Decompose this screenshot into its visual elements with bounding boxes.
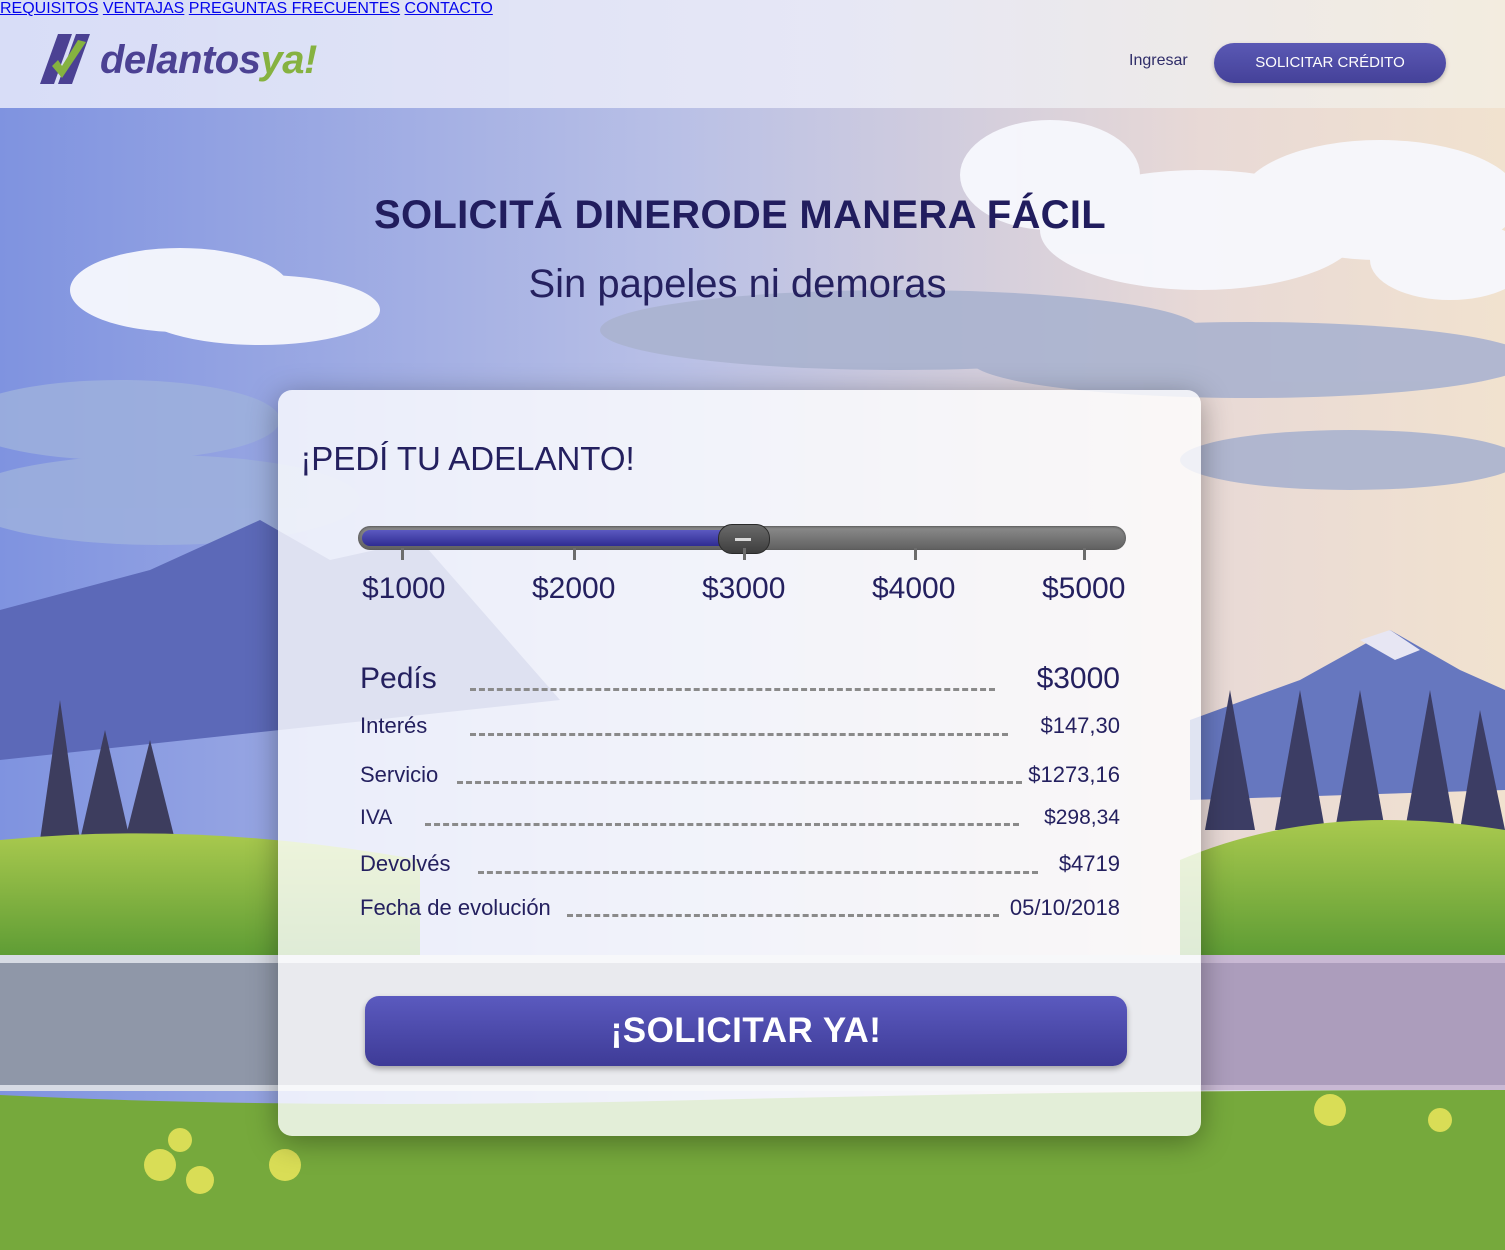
summary-leader — [425, 823, 1019, 826]
nav-item-contacto[interactable]: CONTACTO — [405, 0, 493, 17]
top-header: delantosya! REQUISITOS VENTAJAS PREGUNTA… — [0, 0, 1505, 108]
request-credit-button[interactable]: SOLICITAR CRÉDITO — [1214, 43, 1446, 83]
summary-label-devolves: Devolvés — [360, 851, 451, 876]
summary-label-fecha: Fecha de evolución — [360, 895, 551, 920]
summary-label-iva: IVA — [360, 806, 393, 829]
logo-mark-icon — [40, 34, 90, 84]
summary-value-servicio: $1273,16 — [1028, 762, 1120, 787]
brand-name-part1: delantos — [100, 38, 261, 82]
hero-subtitle: Sin papeles ni demoras — [528, 262, 947, 306]
slider-tick-label[interactable]: $2000 — [532, 572, 615, 606]
calculator-title: ¡PEDÍ TU ADELANTO! — [300, 440, 635, 477]
hero-title: SOLICITÁ DINERODE MANERA FÁCIL — [374, 193, 1106, 237]
slider-tick — [743, 548, 746, 560]
slider-tick — [1083, 548, 1086, 560]
summary-value-devolves: $4719 — [1058, 851, 1120, 876]
apply-now-button[interactable]: ¡SOLICITAR YA! — [365, 996, 1127, 1066]
slider-grip-icon — [735, 538, 751, 541]
summary-value-iva: $298,34 — [1044, 806, 1120, 829]
brand-logo[interactable]: delantosya! — [38, 30, 338, 92]
slider-tick — [401, 548, 404, 560]
summary-value-interes: $147,30 — [1040, 713, 1120, 738]
summary-value-fecha: 05/10/2018 — [1009, 895, 1120, 920]
summary-leader — [457, 781, 1022, 784]
main-nav: REQUISITOS VENTAJAS PREGUNTAS FRECUENTES… — [0, 0, 1505, 18]
slider-tick — [914, 548, 917, 560]
slider-tick-label[interactable]: $4000 — [872, 572, 955, 606]
brand-wordmark: delantosya! — [100, 38, 317, 83]
summary-value-pedis: $3000 — [1036, 662, 1120, 695]
slider-tick-label[interactable]: $5000 — [1042, 572, 1125, 606]
slider-tick-label[interactable]: $3000 — [702, 572, 785, 606]
login-link[interactable]: Ingresar — [1129, 52, 1188, 70]
amount-slider-fill — [362, 530, 743, 546]
nav-item-requisitos[interactable]: REQUISITOS — [0, 0, 98, 17]
slider-tick-label[interactable]: $1000 — [362, 572, 445, 606]
summary-leader — [478, 871, 1038, 874]
summary-label-interes: Interés — [360, 713, 428, 738]
summary-leader — [470, 688, 995, 691]
nav-item-preguntas-frecuentes[interactable]: PREGUNTAS FRECUENTES — [189, 0, 400, 17]
nav-item-ventajas[interactable]: VENTAJAS — [103, 0, 185, 17]
summary-leader — [470, 733, 1008, 736]
slider-tick — [573, 548, 576, 560]
summary-leader — [567, 914, 999, 917]
summary-label-pedis: Pedís — [360, 662, 437, 695]
summary-label-servicio: Servicio — [360, 762, 439, 787]
brand-name-part2: ya! — [260, 38, 317, 82]
